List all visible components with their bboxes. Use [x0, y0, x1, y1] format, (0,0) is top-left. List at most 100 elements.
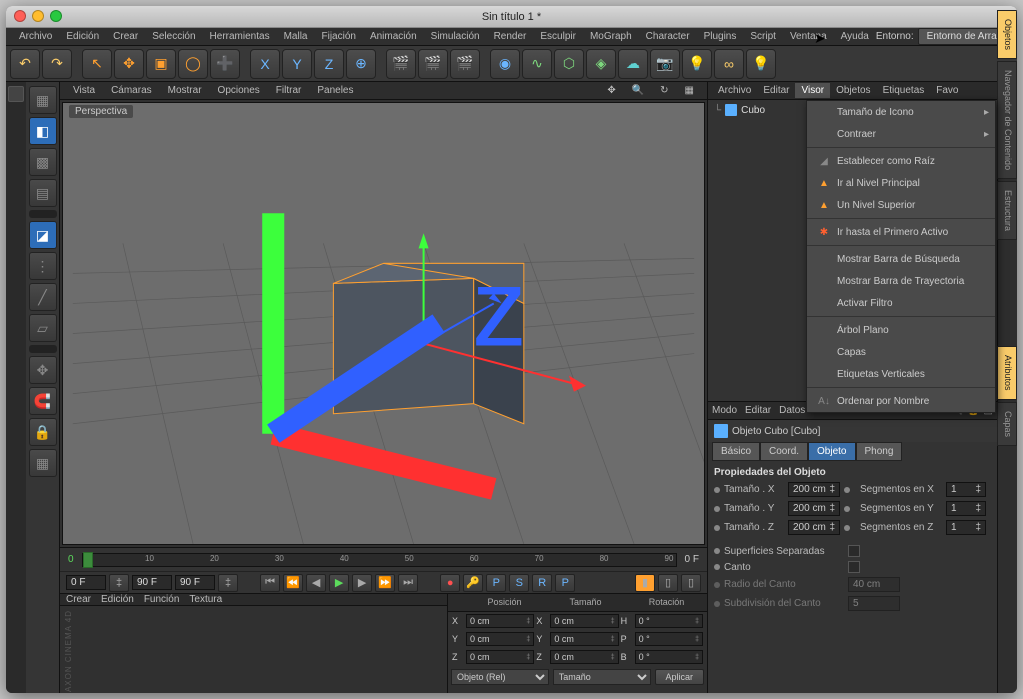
matmenu-crear[interactable]: Crear	[66, 594, 91, 605]
key-pos-button[interactable]: P	[486, 574, 506, 592]
spin-icon[interactable]: ‡	[109, 574, 129, 592]
bulb-icon[interactable]: 💡	[746, 49, 776, 79]
menu-character[interactable]: Character	[639, 29, 697, 44]
infinite-icon[interactable]: ∞	[714, 49, 744, 79]
vpmenu-opciones[interactable]: Opciones	[211, 83, 267, 98]
layout-btn-2[interactable]: ▯	[658, 574, 678, 592]
goto-end-button[interactable]: ⏭	[398, 574, 418, 592]
close-icon[interactable]	[14, 10, 26, 22]
vpmenu-vista[interactable]: Vista	[66, 83, 102, 98]
generator-button[interactable]: ⬡	[554, 49, 584, 79]
menu-plugins[interactable]: Plugins	[697, 29, 744, 44]
light-button[interactable]: 💡	[682, 49, 712, 79]
menu-simulación[interactable]: Simulación	[424, 29, 487, 44]
attr-menu-editar[interactable]: Editar	[745, 405, 771, 416]
render-picture-button[interactable]: 🎬	[418, 49, 448, 79]
render-view-button[interactable]: 🎬	[386, 49, 416, 79]
ctx-ir-al-nivel-principal[interactable]: ▲Ir al Nivel Principal	[807, 172, 995, 194]
layout-btn-1[interactable]: ▮	[635, 574, 655, 592]
menu-render[interactable]: Render	[487, 29, 534, 44]
objmenu-etiquetas[interactable]: Etiquetas	[877, 83, 931, 98]
apply-button[interactable]: Aplicar	[655, 669, 705, 685]
ctx-mostrar-barra-de-búsqueda[interactable]: Mostrar Barra de Búsqueda	[807, 248, 995, 270]
ctx-etiquetas-verticales[interactable]: Etiquetas Verticales	[807, 363, 995, 385]
menu-fijación[interactable]: Fijación	[314, 29, 362, 44]
tab-phong[interactable]: Phong	[856, 442, 903, 461]
menu-edición[interactable]: Edición	[59, 29, 106, 44]
frame-end-field[interactable]	[132, 575, 172, 590]
workplane-button[interactable]: ▤	[29, 179, 57, 207]
ctx-capas[interactable]: Capas	[807, 341, 995, 363]
last-tool[interactable]: ➕	[210, 49, 240, 79]
undo-button[interactable]: ↶	[10, 49, 40, 79]
vpmenu-cámaras[interactable]: Cámaras	[104, 83, 159, 98]
frame-start-field[interactable]	[66, 575, 106, 590]
ctx-activar-filtro[interactable]: Activar Filtro	[807, 292, 995, 314]
x-axis-toggle[interactable]: X	[250, 49, 280, 79]
menu-selección[interactable]: Selección	[145, 29, 202, 44]
coord-system[interactable]: ⊕	[346, 49, 376, 79]
sidetab-navegador[interactable]: Navegador de Contenido	[997, 82, 1017, 179]
autokey-button[interactable]: 🔑	[463, 574, 483, 592]
prev-frame-button[interactable]: ◀	[306, 574, 326, 592]
workplane-lock-button[interactable]: 🔒	[29, 418, 57, 446]
object-mode-button[interactable]: ◪	[29, 221, 57, 249]
checkbox[interactable]	[848, 545, 860, 557]
timeline-playhead[interactable]	[83, 552, 93, 568]
ctx-ir-hasta-el-primero-activo[interactable]: ✱Ir hasta el Primero Activo	[807, 221, 995, 243]
objmenu-editar[interactable]: Editar	[757, 83, 795, 98]
polygon-mode-button[interactable]: ▱	[29, 314, 57, 342]
select-tool[interactable]: ↖	[82, 49, 112, 79]
move-tool[interactable]: ✥	[114, 49, 144, 79]
next-frame-button[interactable]: ▶	[352, 574, 372, 592]
matmenu-textura[interactable]: Textura	[189, 594, 222, 605]
sidetab-estructura[interactable]: Estructura	[997, 181, 1017, 240]
objmenu-archivo[interactable]: Archivo	[712, 83, 757, 98]
vpmenu-paneles[interactable]: Paneles	[310, 83, 360, 98]
record-button[interactable]: ●	[440, 574, 460, 592]
menu-ayuda[interactable]: Ayuda	[834, 29, 876, 44]
spline-button[interactable]: ∿	[522, 49, 552, 79]
goto-start-button[interactable]: ⏮	[260, 574, 280, 592]
z-axis-toggle[interactable]: Z	[314, 49, 344, 79]
objmenu-favo[interactable]: Favo	[930, 83, 964, 98]
menu-script[interactable]: Script	[743, 29, 783, 44]
objmenu-visor[interactable]: Visor	[795, 83, 830, 98]
viewport-layout-icon[interactable]: ▦	[678, 83, 701, 98]
redo-button[interactable]: ↷	[42, 49, 72, 79]
layout-toggle[interactable]	[8, 86, 24, 102]
menu-ventana[interactable]: Ventana	[783, 29, 834, 44]
zoom-icon[interactable]	[50, 10, 62, 22]
menu-archivo[interactable]: Archivo	[12, 29, 59, 44]
coord-mode-select[interactable]: Objeto (Rel)	[451, 669, 549, 685]
menu-esculpir[interactable]: Esculpir	[533, 29, 583, 44]
sidetab-capas[interactable]: Capas	[997, 402, 1017, 446]
spin-icon[interactable]: ‡	[218, 574, 238, 592]
vpmenu-mostrar[interactable]: Mostrar	[161, 83, 209, 98]
tab-basico[interactable]: Básico	[712, 442, 760, 461]
prev-key-button[interactable]: ⏪	[283, 574, 303, 592]
menu-malla[interactable]: Malla	[277, 29, 315, 44]
scale-tool[interactable]: ▣	[146, 49, 176, 79]
frame-total-field[interactable]	[175, 575, 215, 590]
viewport-zoom-icon[interactable]: 🔍	[625, 83, 651, 98]
layout-btn-3[interactable]: ▯	[681, 574, 701, 592]
timeline[interactable]: 0 0102030405060708090 0 F	[60, 547, 707, 571]
primitive-button[interactable]: ◉	[490, 49, 520, 79]
minimize-icon[interactable]	[32, 10, 44, 22]
make-editable-button[interactable]: ▦	[29, 86, 57, 114]
misc-button[interactable]: ▦	[29, 449, 57, 477]
edge-mode-button[interactable]: ╱	[29, 283, 57, 311]
viewport[interactable]: Perspectiva	[62, 102, 705, 545]
menu-animación[interactable]: Animación	[363, 29, 424, 44]
snap-button[interactable]: 🧲	[29, 387, 57, 415]
next-key-button[interactable]: ⏩	[375, 574, 395, 592]
rotate-tool[interactable]: ◯	[178, 49, 208, 79]
ctx-mostrar-barra-de-trayectoria[interactable]: Mostrar Barra de Trayectoria	[807, 270, 995, 292]
matmenu-función[interactable]: Función	[144, 594, 180, 605]
axis-mode-button[interactable]: ✥	[29, 356, 57, 384]
ctx-árbol-plano[interactable]: Árbol Plano	[807, 319, 995, 341]
vpmenu-filtrar[interactable]: Filtrar	[269, 83, 309, 98]
texture-mode-button[interactable]: ▩	[29, 148, 57, 176]
y-axis-toggle[interactable]: Y	[282, 49, 312, 79]
